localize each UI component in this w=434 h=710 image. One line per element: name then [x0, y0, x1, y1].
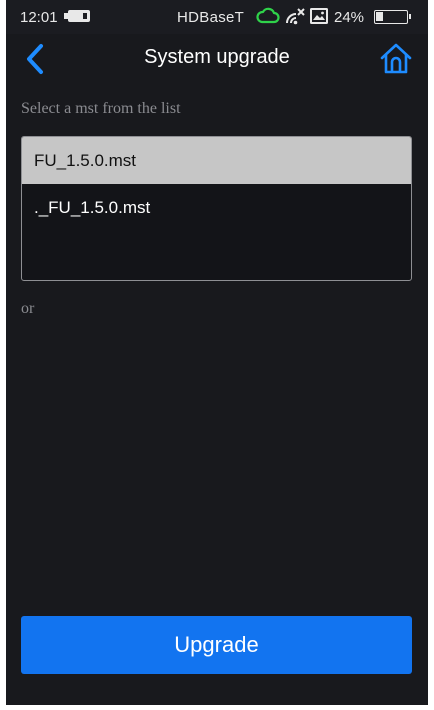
system-upgrade-screen: 12:01 HDBaseT 24% System upgrade Select …: [6, 0, 428, 705]
home-icon: [380, 43, 412, 74]
status-time: 12:01: [20, 9, 58, 26]
file-list-item[interactable]: ._FU_1.5.0.mst: [22, 184, 411, 231]
battery-icon: [374, 10, 411, 24]
notification-badge-icon: [64, 10, 90, 22]
or-separator-text: or: [21, 300, 35, 317]
file-list-item-selected[interactable]: FU_1.5.0.mst: [22, 137, 411, 184]
home-button[interactable]: [378, 41, 414, 77]
wifi-off-icon: [284, 6, 306, 30]
app-header: System upgrade: [6, 34, 428, 82]
battery-fill: [376, 12, 383, 21]
file-list: FU_1.5.0.mst ._FU_1.5.0.mst: [21, 136, 412, 281]
select-prompt: Select a mst from the list: [21, 100, 181, 117]
battery-percent: 24%: [334, 9, 365, 26]
cloud-icon: [256, 7, 280, 29]
image-icon: [309, 6, 329, 30]
status-bar: 12:01 HDBaseT 24%: [6, 0, 428, 34]
network-name: HDBaseT: [177, 9, 245, 26]
upgrade-button[interactable]: Upgrade: [21, 616, 412, 674]
page-title: System upgrade: [144, 46, 290, 68]
